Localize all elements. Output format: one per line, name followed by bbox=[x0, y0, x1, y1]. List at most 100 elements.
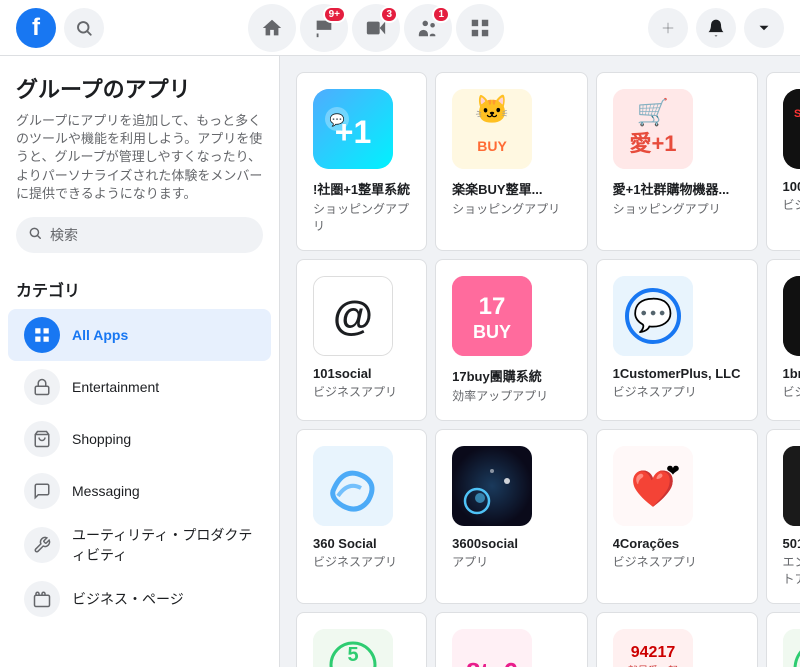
category-entertainment-label: Entertainment bbox=[72, 379, 159, 395]
category-utility-label: ユーティリティ・プロダクティビティ bbox=[72, 525, 255, 565]
search-icon bbox=[28, 226, 42, 243]
notifications-nav-button[interactable] bbox=[696, 8, 736, 48]
all-apps-icon bbox=[24, 317, 60, 353]
app-name-1001: 1001 app bbox=[783, 179, 800, 194]
app-name-501riders: 501Riders Sharing bbox=[783, 536, 800, 551]
app-icon-4coracoes: ❤️❤ bbox=[613, 446, 693, 526]
svg-text:💬: 💬 bbox=[330, 113, 345, 127]
svg-text:94217: 94217 bbox=[630, 644, 675, 661]
category-shopping-label: Shopping bbox=[72, 431, 131, 447]
app-icon-1cp: 💬 bbox=[613, 276, 693, 356]
app-type-1cp: ビジネスアプリ bbox=[613, 383, 697, 400]
app-icon-1break: b bbox=[783, 276, 800, 356]
app-name-1cp: 1CustomerPlus, LLC bbox=[613, 366, 741, 381]
nav-left: f bbox=[16, 8, 104, 48]
app-type-360social: ビジネスアプリ bbox=[313, 553, 397, 570]
app-card-8ty6[interactable]: 8ty6 8ty6: Digital Mark... ビジネスアプリ bbox=[435, 612, 587, 667]
entertainment-icon bbox=[24, 369, 60, 405]
app-icon-101social: @ bbox=[313, 276, 393, 356]
category-utility[interactable]: ユーティリティ・プロダクティビティ bbox=[8, 517, 271, 573]
svg-text:BUY: BUY bbox=[473, 322, 511, 342]
people-nav-button[interactable]: 1 bbox=[404, 4, 452, 52]
home-nav-button[interactable] bbox=[248, 4, 296, 52]
sidebar-header: グループのアプリ グループにアプリを追加して、もっと多くのツールや機能を利用しよ… bbox=[0, 72, 279, 265]
app-card-4coracoes[interactable]: ❤️❤ 4Corações ビジネスアプリ bbox=[596, 429, 758, 604]
category-entertainment[interactable]: Entertainment bbox=[8, 361, 271, 413]
app-card-3600social[interactable]: 3600social アプリ bbox=[435, 429, 587, 604]
app-name-101social: 101social bbox=[313, 366, 410, 381]
svg-text:愛+1: 愛+1 bbox=[629, 131, 676, 156]
svg-text:💬: 💬 bbox=[633, 297, 673, 333]
app-card-1001[interactable]: 1001SOCICAKE 1001 app ビジネスアプリ bbox=[766, 72, 800, 251]
app-icon-3600social bbox=[452, 446, 532, 526]
messaging-icon bbox=[24, 473, 60, 509]
app-card-5cents[interactable]: 5CENTSCDN 5centsCDN Inc ビジネスアプリ bbox=[296, 612, 427, 667]
nav-center: 9+ 3 1 bbox=[248, 4, 504, 52]
search-box[interactable]: 検索 bbox=[16, 217, 263, 253]
flags-nav-button[interactable]: 9+ bbox=[300, 4, 348, 52]
app-type-101social: ビジネスアプリ bbox=[313, 383, 397, 400]
category-messaging[interactable]: Messaging bbox=[8, 465, 271, 517]
add-nav-button[interactable] bbox=[648, 8, 688, 48]
app-card-101social[interactable]: @ 101social ビジネスアプリ bbox=[296, 259, 427, 421]
app-name-360social: 360 Social bbox=[313, 536, 410, 551]
utility-icon bbox=[24, 527, 60, 563]
app-type-17buy: 効率アップアプリ bbox=[452, 387, 548, 404]
app-card-17buy[interactable]: 17BUY 17buy團購系統 効率アップアプリ bbox=[435, 259, 587, 421]
app-icon-shakai: +1💬 bbox=[313, 89, 393, 169]
sidebar-title: グループのアプリ bbox=[16, 72, 263, 104]
app-type-ai: ショッピングアプリ bbox=[613, 200, 721, 217]
video-badge: 3 bbox=[380, 6, 398, 23]
app-icon-5cents: 5CENTSCDN bbox=[313, 629, 393, 667]
nav-right bbox=[648, 8, 784, 48]
app-icon-94217: 94217就是愛一起購物/生活/知識 bbox=[613, 629, 693, 667]
people-badge: 1 bbox=[432, 6, 450, 23]
app-icon-501riders: 🏍️ bbox=[783, 446, 800, 526]
search-placeholder-text: 検索 bbox=[50, 225, 78, 245]
main-layout: グループのアプリ グループにアプリを追加して、もっと多くのツールや機能を利用しよ… bbox=[0, 56, 800, 667]
app-type-shakai: ショッピングアプリ bbox=[313, 200, 410, 234]
menu-nav-button[interactable] bbox=[744, 8, 784, 48]
category-messaging-label: Messaging bbox=[72, 483, 140, 499]
grid-nav-button[interactable] bbox=[456, 4, 504, 52]
category-all-apps[interactable]: All Apps bbox=[8, 309, 271, 361]
app-name-shakai: !社圏+1整單系統 bbox=[313, 179, 410, 198]
app-card-501riders[interactable]: 🏍️ 501Riders Sharing エンターテインメントアプリ bbox=[766, 429, 800, 604]
app-type-501riders: エンターテインメントアプリ bbox=[783, 553, 800, 587]
video-nav-button[interactable]: 3 bbox=[352, 4, 400, 52]
svg-text:🛒: 🛒 bbox=[636, 97, 668, 127]
shopping-icon bbox=[24, 421, 60, 457]
app-card-1break[interactable]: b 1break ビジネスアプリ bbox=[766, 259, 800, 421]
app-card-shakai[interactable]: +1💬 !社圏+1整單系統 ショッピングアプリ bbox=[296, 72, 427, 251]
svg-text:8ty6: 8ty6 bbox=[466, 657, 518, 667]
app-card-360social[interactable]: 360 Social ビジネスアプリ bbox=[296, 429, 427, 604]
svg-text:5: 5 bbox=[347, 644, 358, 666]
app-type-4coracoes: ビジネスアプリ bbox=[613, 553, 697, 570]
main-content: +1💬 !社圏+1整單系統 ショッピングアプリ 🐱BUY 楽楽BUY整單... … bbox=[280, 56, 800, 667]
category-business-label: ビジネス・ページ bbox=[72, 589, 184, 609]
svg-text:🐱: 🐱 bbox=[475, 94, 510, 125]
app-icon-ai: 🛒 愛+1 bbox=[613, 89, 693, 169]
app-card-94217[interactable]: 94217就是愛一起購物/生活/知識 94217 就是愛一起 ショッピングアプリ bbox=[596, 612, 758, 667]
category-all-apps-label: All Apps bbox=[72, 327, 128, 343]
app-icon-raku: 🐱 BUY bbox=[452, 89, 532, 169]
app-card-raku[interactable]: 🐱BUY 楽楽BUY整單... ショッピングアプリ bbox=[435, 72, 587, 251]
app-name-17buy: 17buy團購系統 bbox=[452, 366, 570, 385]
app-icon-360social bbox=[313, 446, 393, 526]
app-icon-1001: 1001SOCICAKE bbox=[783, 89, 800, 169]
app-name-4coracoes: 4Corações bbox=[613, 536, 741, 551]
category-shopping[interactable]: Shopping bbox=[8, 413, 271, 465]
svg-text:@: @ bbox=[333, 293, 373, 339]
nav-search-button[interactable] bbox=[64, 8, 104, 48]
svg-text:BUY: BUY bbox=[477, 138, 507, 154]
apps-grid: +1💬 !社圏+1整單系統 ショッピングアプリ 🐱BUY 楽楽BUY整單... … bbox=[296, 72, 784, 667]
app-card-ai[interactable]: 🛒愛+1 愛+1社群購物機器... ショッピングアプリ bbox=[596, 72, 758, 251]
business-icon bbox=[24, 581, 60, 617]
app-type-3600social: アプリ bbox=[452, 553, 488, 570]
facebook-logo[interactable]: f bbox=[16, 8, 56, 48]
app-name-1break: 1break bbox=[783, 366, 800, 381]
app-card-9cv9[interactable]: 9C 9cv9 App ビジネスアプリ bbox=[766, 612, 800, 667]
app-icon-9cv9: 9C bbox=[783, 629, 800, 667]
category-business[interactable]: ビジネス・ページ bbox=[8, 573, 271, 625]
app-card-1cp[interactable]: 💬 1CustomerPlus, LLC ビジネスアプリ bbox=[596, 259, 758, 421]
